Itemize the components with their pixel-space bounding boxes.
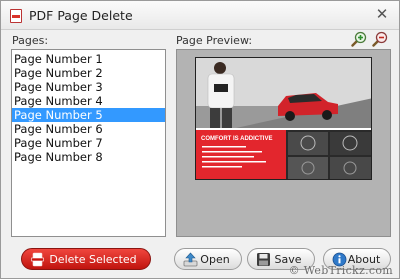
window-title: PDF Page Delete: [29, 8, 133, 23]
open-label: Open: [200, 252, 230, 266]
page-thumbnail: COMFORT IS ADDICTIVE: [195, 57, 372, 180]
delete-selected-label: Delete Selected: [49, 252, 137, 266]
page-list-item[interactable]: Page Number 7: [12, 136, 165, 150]
pdf-app-icon: [10, 9, 22, 23]
page-thumbnail-image: COMFORT IS ADDICTIVE: [196, 58, 371, 179]
app-window: PDF Page Delete ✕ Pages: Page Preview: P…: [0, 0, 400, 279]
page-preview-pane: COMFORT IS ADDICTIVE: [176, 49, 391, 237]
delete-page-icon: [31, 252, 44, 267]
page-list-item[interactable]: Page Number 5: [12, 108, 165, 122]
page-list-item[interactable]: Page Number 8: [12, 150, 165, 164]
save-disk-icon: [257, 253, 270, 266]
preview-label: Page Preview:: [176, 34, 253, 47]
page-list-item[interactable]: Page Number 3: [12, 80, 165, 94]
close-icon[interactable]: ✕: [375, 6, 389, 22]
pages-label: Pages:: [12, 34, 49, 47]
page-list-item[interactable]: Page Number 6: [12, 122, 165, 136]
watermark: © WebTrickz.com: [288, 264, 393, 277]
preview-headline: COMFORT IS ADDICTIVE: [201, 136, 272, 142]
open-upload-icon: [183, 252, 198, 267]
zoom-out-icon[interactable]: [372, 31, 388, 47]
page-list-item[interactable]: Page Number 4: [12, 94, 165, 108]
page-list-item[interactable]: Page Number 1: [12, 52, 165, 66]
open-button[interactable]: Open: [174, 248, 242, 270]
page-list-item[interactable]: Page Number 2: [12, 66, 165, 80]
pages-list[interactable]: Page Number 1 Page Number 2 Page Number 3P…: [11, 49, 166, 237]
zoom-in-icon[interactable]: [351, 31, 367, 47]
title-bar: PDF Page Delete ✕: [1, 1, 399, 30]
delete-selected-button[interactable]: Delete Selected: [21, 248, 151, 270]
